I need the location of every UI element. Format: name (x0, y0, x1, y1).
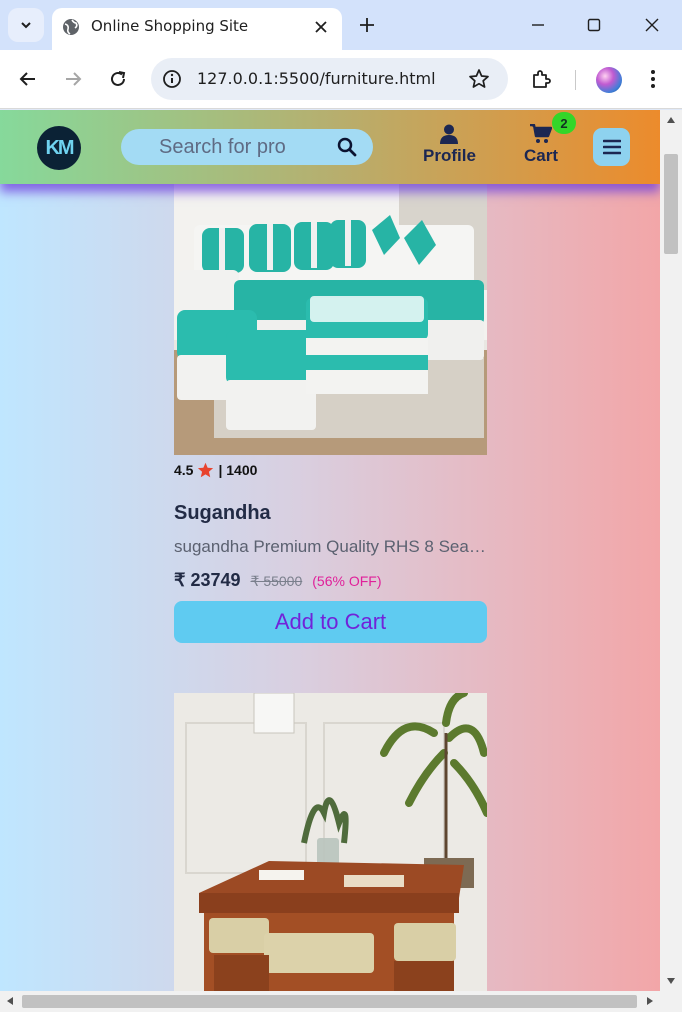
scroll-down-arrow-icon[interactable] (666, 976, 676, 986)
extensions-icon (533, 70, 551, 88)
reload-button[interactable] (103, 64, 133, 94)
toolbar-divider (575, 70, 576, 90)
horizontal-scroll-thumb[interactable] (22, 995, 637, 1008)
profile-label: Profile (423, 146, 476, 165)
horizontal-scrollbar[interactable] (0, 991, 660, 1012)
vertical-scroll-thumb[interactable] (664, 154, 678, 254)
back-button[interactable] (13, 64, 43, 94)
chevron-down-icon (21, 22, 31, 29)
cart-count-badge: 2 (552, 112, 576, 134)
hamburger-menu-button[interactable] (593, 128, 630, 166)
address-bar[interactable]: 127.0.0.1:5500/furniture.html (151, 58, 508, 100)
user-icon (440, 124, 459, 144)
product-image[interactable] (174, 693, 487, 991)
back-icon (19, 72, 35, 86)
scroll-right-arrow-icon[interactable] (645, 996, 655, 1006)
close-icon (315, 21, 327, 33)
scroll-up-arrow-icon[interactable] (666, 115, 676, 125)
plus-icon (360, 18, 374, 32)
product-name: Sugandha (174, 502, 271, 524)
new-tab-button[interactable] (354, 12, 380, 38)
kebab-menu-icon (651, 70, 655, 88)
tab-title: Online Shopping Site (91, 17, 249, 35)
url-text: 127.0.0.1:5500/furniture.html (197, 69, 436, 88)
search-bar (121, 129, 373, 165)
search-icon[interactable] (337, 137, 357, 157)
tab-close-button[interactable] (310, 16, 332, 38)
rating-count: | 1400 (218, 462, 258, 478)
forward-button[interactable] (58, 64, 88, 94)
minimize-icon (532, 24, 544, 26)
tab-strip: Online Shopping Site (0, 0, 682, 50)
site-logo[interactable]: KM (37, 126, 81, 170)
cart-label: Cart (524, 146, 559, 165)
globe-icon (63, 19, 79, 35)
maximize-button[interactable] (579, 10, 609, 40)
hamburger-icon (602, 139, 621, 155)
product-description: sugandha Premium Quality RHS 8 Seater (174, 537, 487, 556)
profile-avatar[interactable] (596, 67, 622, 93)
site-info-icon[interactable] (161, 68, 183, 90)
vertical-scrollbar[interactable] (660, 110, 682, 991)
close-window-button[interactable] (637, 10, 667, 40)
profile-link[interactable]: Profile (423, 124, 476, 166)
forward-icon (66, 72, 82, 86)
maximize-icon (587, 18, 601, 32)
cart-icon (530, 124, 552, 143)
product-card: 4.5 | 1400 Sugandha sugandha Premium Qua… (174, 180, 487, 660)
product-image[interactable] (174, 180, 487, 455)
star-icon[interactable] (468, 68, 490, 90)
browser-menu-button[interactable] (640, 64, 666, 94)
scroll-left-arrow-icon[interactable] (5, 996, 15, 1006)
coffee-table-image (174, 693, 487, 991)
active-tab[interactable]: Online Shopping Site (52, 8, 342, 50)
add-to-cart-button[interactable]: Add to Cart (174, 601, 487, 643)
search-input[interactable] (159, 134, 309, 160)
product-price: ₹ 23749 (174, 570, 241, 590)
rating-value: 4.5 (174, 462, 194, 478)
reload-icon (111, 71, 126, 86)
tab-search-button[interactable] (8, 8, 44, 42)
extensions-button[interactable] (526, 64, 556, 94)
page-viewport: KM Profile Cart 2 (0, 110, 660, 991)
rating-star-icon (198, 462, 214, 478)
product-card (174, 693, 487, 991)
product-rating: 4.5 | 1400 (174, 462, 257, 478)
product-mrp: ₹ 55000 (250, 573, 303, 589)
minimize-button[interactable] (523, 10, 553, 40)
site-header: KM Profile Cart 2 (0, 110, 660, 184)
scrollbar-corner (660, 991, 682, 1012)
sofa-image (174, 180, 487, 455)
discount-label: (56% OFF) (312, 573, 382, 589)
price-row: ₹ 23749 ₹ 55000 (56% OFF) (174, 570, 381, 591)
close-window-icon (645, 18, 659, 32)
cart-link[interactable]: Cart (524, 124, 558, 166)
browser-toolbar: 127.0.0.1:5500/furniture.html (0, 50, 682, 109)
